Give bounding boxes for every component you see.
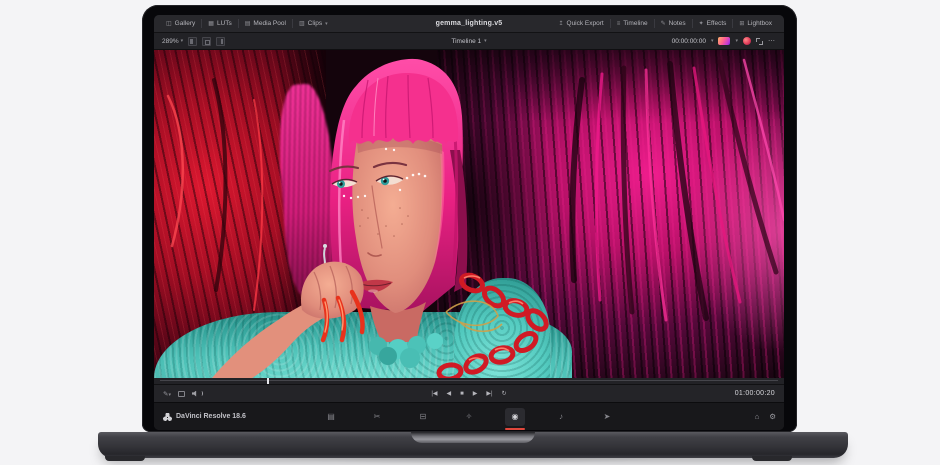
lightbox-label: Lightbox bbox=[747, 15, 772, 33]
tab-fusion-page[interactable]: ✧ bbox=[459, 408, 479, 426]
timeline-name: Timeline 1 bbox=[451, 38, 481, 45]
wipe-mode-c-icon[interactable] bbox=[216, 37, 225, 46]
viewer-toolbar: 289% ▾ Timeline 1 ▾ 00:00:00:00 ▾ bbox=[154, 33, 784, 50]
zoom-level-value: 289% bbox=[162, 38, 179, 45]
clips-button[interactable]: ▥ Clips ▾ bbox=[293, 15, 334, 33]
transport-controls: |◀ ◀ ■ ▶ ▶| ↻ bbox=[431, 390, 506, 397]
tab-edit-page[interactable]: ⊟ bbox=[413, 408, 433, 426]
chevron-down-icon: ▾ bbox=[168, 392, 171, 398]
tab-color-page-active[interactable]: ◉ bbox=[505, 408, 525, 426]
play-button[interactable]: ▶ bbox=[473, 390, 478, 397]
page-bar-system-icons: ⌂ ⚙ bbox=[755, 412, 776, 421]
gallery-button[interactable]: ◫ Gallery bbox=[160, 15, 201, 33]
speaker-wave bbox=[200, 391, 203, 396]
zoom-level-select[interactable]: 289% ▾ bbox=[162, 38, 183, 45]
effects-button[interactable]: ✦ Effects bbox=[693, 15, 733, 33]
transport-timecode: 01:00:00:20 bbox=[735, 390, 775, 397]
app-version-label: DaVinci Resolve 18.6 bbox=[176, 413, 246, 420]
chevron-down-icon: ▾ bbox=[711, 38, 714, 44]
stop-button[interactable]: ■ bbox=[460, 391, 464, 397]
chevron-down-icon: ▾ bbox=[735, 38, 738, 44]
chevron-down-icon: ▾ bbox=[181, 38, 184, 44]
viewer-toolbar-right: 00:00:00:00 ▾ ▾ ⋯ bbox=[672, 37, 776, 45]
page-bar: DaVinci Resolve 18.6 ▤ ✂ ⊟ ✧ ◉ ♪ ➤ ⌂ ⚙ bbox=[154, 402, 784, 430]
color-viewer-icon[interactable] bbox=[743, 37, 751, 45]
wipe-mode-a-icon[interactable] bbox=[188, 37, 197, 46]
laptop-foot-left bbox=[105, 456, 145, 461]
image-wipe-thumbnail-icon[interactable] bbox=[718, 37, 730, 45]
top-toolbar: ◫ Gallery ▦ LUTs ▤ Media Pool bbox=[154, 15, 784, 33]
clips-label: Clips bbox=[308, 15, 322, 33]
timeline-button[interactable]: ≡ Timeline bbox=[611, 15, 654, 33]
page-tabs: ▤ ✂ ⊟ ✧ ◉ ♪ ➤ bbox=[321, 408, 617, 426]
laptop-base bbox=[98, 432, 848, 458]
laptop-lid: ◫ Gallery ▦ LUTs ▤ Media Pool bbox=[142, 5, 797, 432]
notes-label: Notes bbox=[669, 15, 686, 33]
notes-button[interactable]: ✎ Notes bbox=[655, 15, 692, 33]
viewer-timecode[interactable]: 00:00:00:00 bbox=[672, 38, 706, 45]
transport-left-tools: ✎▾ bbox=[154, 390, 203, 398]
davinci-resolve-logo bbox=[163, 413, 172, 421]
luts-icon: ▦ bbox=[208, 15, 214, 33]
timeline-selector[interactable]: Timeline 1 ▾ bbox=[451, 38, 486, 45]
luts-button[interactable]: ▦ LUTs bbox=[202, 15, 237, 33]
transport-bar: ✎▾ |◀ ◀ ■ ▶ ▶| ↻ bbox=[154, 384, 784, 402]
lightbox-button[interactable]: ⊞ Lightbox bbox=[733, 15, 778, 33]
media-pool-icon: ▤ bbox=[245, 15, 251, 33]
toolbar-left-group: ◫ Gallery ▦ LUTs ▤ Media Pool bbox=[154, 15, 334, 32]
tab-cut-page[interactable]: ✂ bbox=[367, 408, 387, 426]
chevron-down-icon: ▾ bbox=[484, 38, 487, 44]
tab-deliver-page[interactable]: ➤ bbox=[597, 408, 617, 426]
media-pool-button[interactable]: ▤ Media Pool bbox=[239, 15, 292, 33]
viewer-option-icon[interactable] bbox=[178, 391, 185, 397]
quick-export-button[interactable]: ↥ Quick Export bbox=[552, 15, 609, 33]
scrub-track bbox=[160, 380, 778, 381]
loop-button[interactable]: ↻ bbox=[502, 390, 507, 397]
project-home-icon[interactable]: ⌂ bbox=[755, 412, 760, 421]
timeline-icon: ≡ bbox=[617, 15, 621, 33]
viewer-image[interactable] bbox=[154, 50, 784, 378]
more-options-icon[interactable]: ⋯ bbox=[768, 37, 776, 45]
gallery-label: Gallery bbox=[175, 15, 196, 33]
effects-icon: ✦ bbox=[699, 15, 704, 33]
skip-end-button[interactable]: ▶| bbox=[486, 390, 492, 397]
quick-export-icon: ↥ bbox=[558, 15, 563, 33]
gallery-icon: ◫ bbox=[166, 15, 172, 33]
page-background: ◫ Gallery ▦ LUTs ▤ Media Pool bbox=[0, 0, 940, 465]
expand-viewer-icon[interactable] bbox=[756, 38, 763, 45]
app-branding: DaVinci Resolve 18.6 bbox=[154, 413, 246, 421]
chevron-down-icon: ▾ bbox=[325, 15, 328, 33]
project-title: gemma_lighting.v5 bbox=[436, 20, 503, 27]
wipe-mode-b-icon[interactable] bbox=[202, 37, 211, 46]
luts-label: LUTs bbox=[217, 15, 232, 33]
tab-media-page[interactable]: ▤ bbox=[321, 408, 341, 426]
annotate-pencil-icon[interactable]: ✎▾ bbox=[163, 390, 171, 398]
media-pool-label: Media Pool bbox=[253, 15, 286, 33]
settings-gear-icon[interactable]: ⚙ bbox=[769, 412, 776, 421]
davinci-window: ◫ Gallery ▦ LUTs ▤ Media Pool bbox=[154, 15, 784, 430]
speaker-body bbox=[192, 391, 199, 397]
viewer-vignette bbox=[154, 50, 784, 378]
timeline-label: Timeline bbox=[623, 15, 647, 33]
step-back-button[interactable]: ◀ bbox=[447, 390, 452, 397]
laptop-foot-right bbox=[752, 456, 792, 461]
skip-start-button[interactable]: |◀ bbox=[431, 390, 437, 397]
toolbar-right-group: ↥ Quick Export ≡ Timeline ✎ Notes bbox=[552, 15, 784, 32]
notes-icon: ✎ bbox=[661, 15, 666, 33]
effects-label: Effects bbox=[707, 15, 727, 33]
tab-fairlight-page[interactable]: ♪ bbox=[551, 408, 571, 426]
clips-icon: ▥ bbox=[299, 15, 305, 33]
viewer-toolbar-left: 289% ▾ bbox=[154, 37, 225, 46]
lid-lift-notch bbox=[411, 432, 535, 443]
quick-export-label: Quick Export bbox=[567, 15, 604, 33]
lightbox-icon: ⊞ bbox=[739, 15, 744, 33]
audio-mute-icon[interactable] bbox=[192, 391, 203, 397]
